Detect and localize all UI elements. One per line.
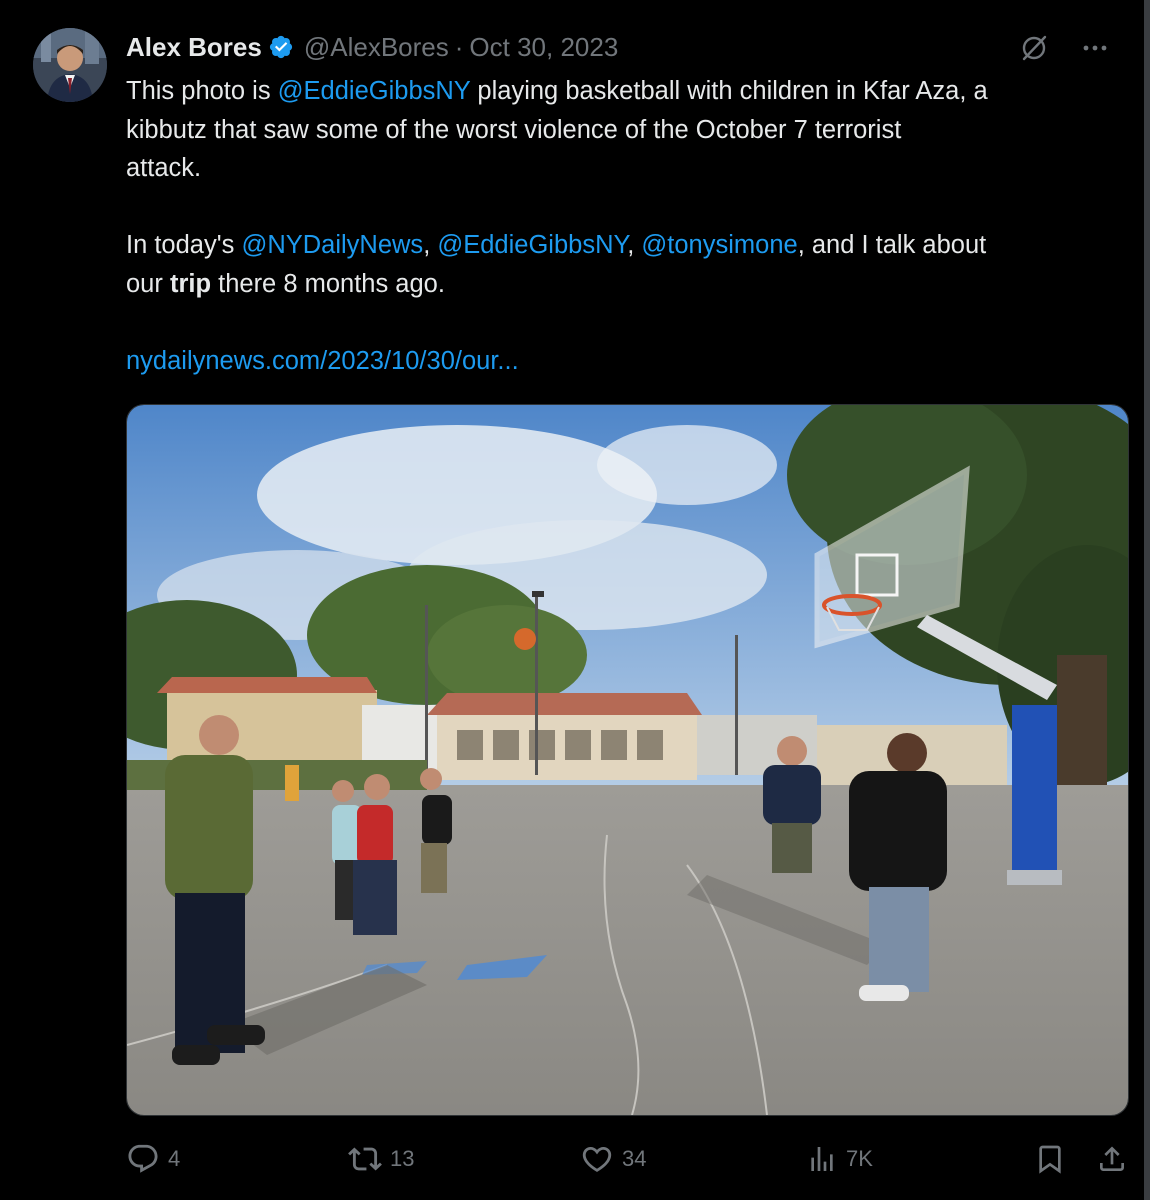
tweet-line: attack. [126,154,202,182]
tweet-line: This photo is @EddieGibbsNY playing bask… [126,72,1126,111]
views-count: 7K [846,1146,873,1171]
author-handle[interactable]: @AlexBores [304,32,449,63]
reply-count: 4 [168,1146,181,1171]
scrollbar[interactable] [1144,0,1150,1200]
mention-link[interactable]: @NYDailyNews [241,231,423,259]
text-span: , and I talk about [797,231,987,259]
repost-count: 13 [390,1146,415,1171]
reply-icon [128,1144,158,1173]
tweet-actions-bar: 4 13 34 7K [126,1138,1130,1180]
tweet-date[interactable]: Oct 30, 2023 [469,32,618,63]
basketball-court-photo [127,405,1128,1115]
text-span: playing basketball with children in Kfar… [470,77,988,105]
tweet-line: our trip there 8 months ago. [126,265,1126,304]
text-span: In today's [126,231,242,259]
share-icon [1100,1146,1124,1171]
heart-icon [582,1146,612,1172]
mention-link[interactable]: @tonysimone [641,231,797,259]
views-button[interactable]: 7K [806,1138,873,1180]
tweet-line: nydailynews.com/2023/10/30/our... [126,342,1126,381]
tweet-top-actions [1018,32,1110,64]
share-button[interactable] [1096,1138,1136,1180]
tweet-header: Alex Bores @AlexBores · Oct 30, 2023 [126,28,618,66]
author-name[interactable]: Alex Bores [126,32,262,63]
avatar-image [33,28,107,102]
text-span: This photo is [126,77,278,105]
text-span: , [423,231,438,259]
tweet-photo[interactable] [126,404,1129,1116]
like-count: 34 [622,1146,647,1171]
separator-dot: · [454,31,464,62]
text-span: our [126,269,170,298]
tweet-container: Alex Bores @AlexBores · Oct 30, 2023 Thi… [0,0,1150,1200]
views-icon [811,1147,833,1171]
more-icon[interactable] [1080,33,1110,63]
tweet-text: This photo is @EddieGibbsNY playing bask… [126,72,1126,380]
article-link[interactable]: nydailynews.com/2023/10/30/our... [126,347,519,375]
text-span: there 8 months ago. [211,269,445,298]
text-span: , [627,231,642,259]
repost-icon [348,1147,382,1171]
bold-text: trip [169,269,212,298]
bookmark-button[interactable] [1034,1138,1074,1180]
avatar[interactable] [33,28,107,102]
verified-badge-icon[interactable] [268,34,294,60]
like-button[interactable]: 34 [580,1138,646,1180]
mention-link[interactable]: @EddieGibbsNY [278,77,471,105]
bookmark-icon [1039,1145,1061,1174]
reply-button[interactable]: 4 [126,1138,180,1180]
grok-icon[interactable] [1018,32,1050,64]
repost-button[interactable]: 13 [348,1138,414,1180]
mention-link[interactable]: @EddieGibbsNY [437,231,627,259]
tweet-line: In today's @NYDailyNews, @EddieGibbsNY , … [126,226,1126,265]
tweet-line: kibbutz that saw some of the worst viole… [126,115,902,144]
